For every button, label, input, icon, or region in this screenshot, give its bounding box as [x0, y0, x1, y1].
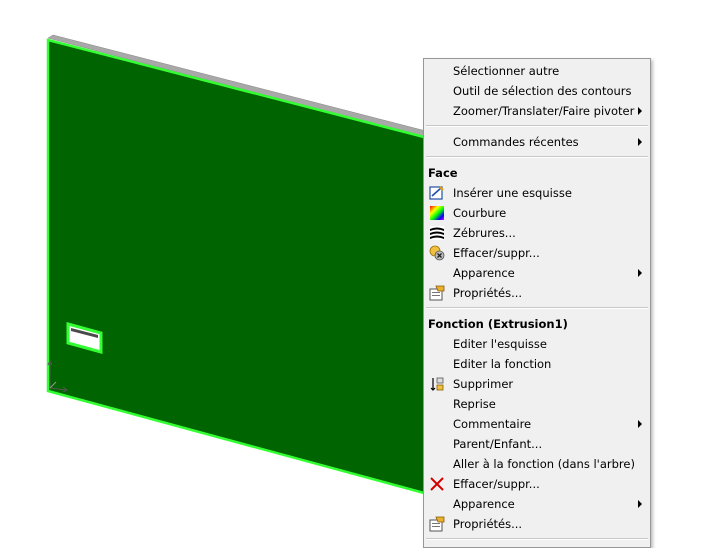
curvature-icon [430, 206, 444, 220]
submenu-arrow-icon [638, 500, 642, 508]
menu-item-properties-feature[interactable]: Propriétés... [424, 514, 650, 534]
menu-item-label: Courbure [453, 206, 507, 220]
menu-item-go-to-feature[interactable]: Aller à la fonction (dans l'arbre) [424, 454, 650, 474]
menu-item-appearance-feature[interactable]: Apparence [424, 494, 650, 514]
menu-item-insert-sketch[interactable]: Insérer une esquisse [424, 183, 650, 203]
menu-separator [426, 538, 648, 540]
menu-item-label: Zoomer/Translater/Faire pivoter [453, 104, 635, 118]
submenu-arrow-icon [638, 269, 642, 277]
submenu-arrow-icon [638, 138, 642, 146]
zebra-stripes-icon [430, 226, 444, 240]
menu-item-edit-sketch[interactable]: Editer l'esquisse [424, 334, 650, 354]
menu-item-label: Parent/Enfant... [453, 437, 543, 451]
menu-separator [426, 156, 648, 158]
menu-item-label: Sélectionner autre [453, 64, 560, 78]
menu-item-rollback[interactable]: Reprise [424, 394, 650, 414]
menu-item-delete-feature[interactable]: Effacer/suppr... [424, 474, 650, 494]
menu-item-label: Commentaire [453, 417, 532, 431]
menu-item-label: Propriétés... [453, 517, 523, 531]
menu-item-label: Apparence [453, 266, 515, 280]
menu-item-label: Commandes récentes [453, 135, 579, 149]
menu-item-edit-feature[interactable]: Editer la fonction [424, 354, 650, 374]
delete-face-icon [429, 245, 445, 261]
menu-item-curvature[interactable]: Courbure [424, 203, 650, 223]
menu-item-label: Propriétés... [453, 286, 523, 300]
menu-item-label: Effacer/suppr... [453, 477, 540, 491]
menu-separator [426, 125, 648, 127]
menu-item-zebra-stripes[interactable]: Zébrures... [424, 223, 650, 243]
selected-face[interactable] [48, 40, 424, 493]
menu-item-parent-child[interactable]: Parent/Enfant... [424, 434, 650, 454]
menu-item-comment[interactable]: Commentaire [424, 414, 650, 434]
reference-triad-icon [47, 359, 68, 392]
sketch-icon [429, 186, 444, 200]
menu-item-label: Editer la fonction [453, 357, 552, 371]
menu-section-header-feature: Fonction (Extrusion1) [428, 317, 568, 331]
properties-icon [429, 285, 445, 301]
submenu-arrow-icon [638, 420, 642, 428]
context-menu[interactable]: Sélectionner autre Outil de sélection de… [423, 58, 651, 548]
menu-item-label: Effacer/suppr... [453, 246, 540, 260]
menu-item-recent-commands[interactable]: Commandes récentes [424, 132, 650, 152]
menu-item-select-other[interactable]: Sélectionner autre [424, 61, 650, 81]
menu-item-label: Aller à la fonction (dans l'arbre) [453, 457, 635, 471]
menu-item-label: Zébrures... [453, 226, 516, 240]
suppress-icon [430, 377, 444, 391]
menu-item-label: Reprise [453, 397, 496, 411]
menu-section-header-face: Face [428, 166, 458, 180]
menu-item-loop-selection-tool[interactable]: Outil de sélection des contours [424, 81, 650, 101]
delete-x-icon [430, 477, 444, 491]
submenu-arrow-icon [638, 107, 642, 115]
menu-item-suppress[interactable]: Supprimer [424, 374, 650, 394]
menu-item-appearance-face[interactable]: Apparence [424, 263, 650, 283]
menu-item-delete-face[interactable]: Effacer/suppr... [424, 243, 650, 263]
menu-item-label: Outil de sélection des contours [453, 84, 632, 98]
menu-item-label: Supprimer [453, 377, 514, 391]
menu-item-label: Apparence [453, 497, 515, 511]
properties-icon [429, 516, 445, 532]
menu-separator [426, 307, 648, 309]
menu-item-zoom-pan-rotate[interactable]: Zoomer/Translater/Faire pivoter [424, 101, 650, 121]
menu-item-label: Editer l'esquisse [453, 337, 547, 351]
menu-item-properties-face[interactable]: Propriétés... [424, 283, 650, 303]
menu-item-label: Insérer une esquisse [453, 186, 572, 200]
